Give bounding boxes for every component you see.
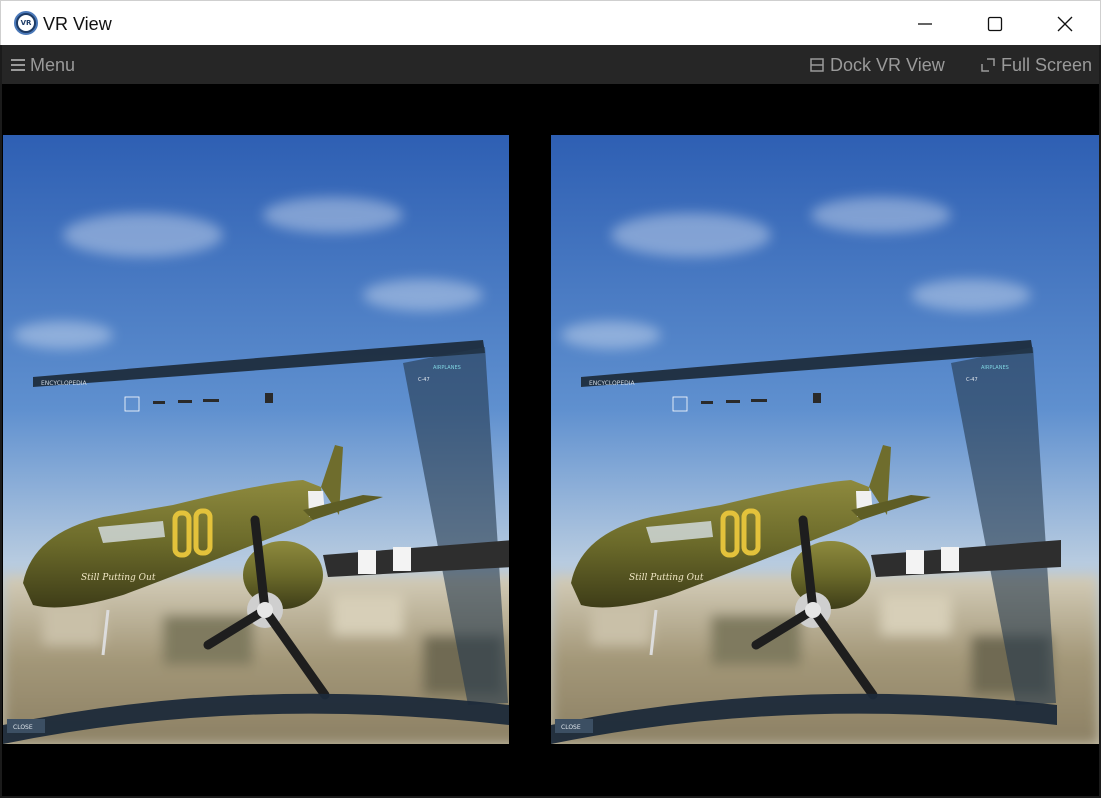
- minimize-button[interactable]: [890, 1, 960, 46]
- minimize-icon: [918, 22, 932, 25]
- right-eye-view[interactable]: ENCYCLOPEDIA AIRPLANES C-47 OO Still Put…: [551, 135, 1099, 744]
- fuselage-code: OO: [3, 135, 5, 136]
- close-scene-label: CLOSE: [561, 724, 581, 731]
- vr-toolbar: Menu Dock VR View Full Screen: [2, 45, 1099, 84]
- vr-logo-icon: VR: [14, 11, 38, 35]
- logo-text: VR: [18, 15, 34, 31]
- close-scene-label: CLOSE: [13, 724, 33, 731]
- maximize-icon: [987, 16, 1003, 31]
- window-titlebar: VR VR View: [0, 0, 1101, 45]
- encyclopedia-title: ENCYCLOPEDIA: [41, 380, 88, 387]
- dock-vr-view-button[interactable]: Dock VR View: [810, 54, 945, 76]
- vr-viewport: ENCYCLOPEDIA AIRPLANES C-47 OO Still Put…: [2, 84, 1099, 796]
- nose-art: Still Putting Out: [81, 573, 156, 583]
- fuselage-code: OO: [551, 135, 553, 136]
- menu-icon: [11, 59, 25, 71]
- menu-label: Menu: [30, 54, 76, 75]
- side-tab-label: AIRPLANES: [433, 365, 461, 371]
- side-item-label: C-47: [418, 377, 430, 383]
- fullscreen-label: Full Screen: [1001, 54, 1093, 75]
- encyclopedia-title: ENCYCLOPEDIA: [589, 380, 636, 387]
- close-icon: [1057, 16, 1073, 31]
- fullscreen-icon: [981, 58, 995, 72]
- menu-button[interactable]: Menu: [11, 54, 75, 76]
- left-eye-view[interactable]: ENCYCLOPEDIA AIRPLANES C-47 OO Still Put…: [3, 135, 509, 744]
- nose-art: Still Putting Out: [629, 573, 704, 583]
- dock-icon: [810, 58, 824, 72]
- side-item-label: C-47: [966, 377, 978, 383]
- window-title: VR View: [43, 14, 112, 34]
- full-screen-button[interactable]: Full Screen: [981, 54, 1092, 76]
- side-tab-label: AIRPLANES: [981, 365, 1009, 371]
- close-button[interactable]: [1030, 1, 1100, 46]
- maximize-button[interactable]: [960, 1, 1030, 46]
- dock-label: Dock VR View: [830, 54, 945, 75]
